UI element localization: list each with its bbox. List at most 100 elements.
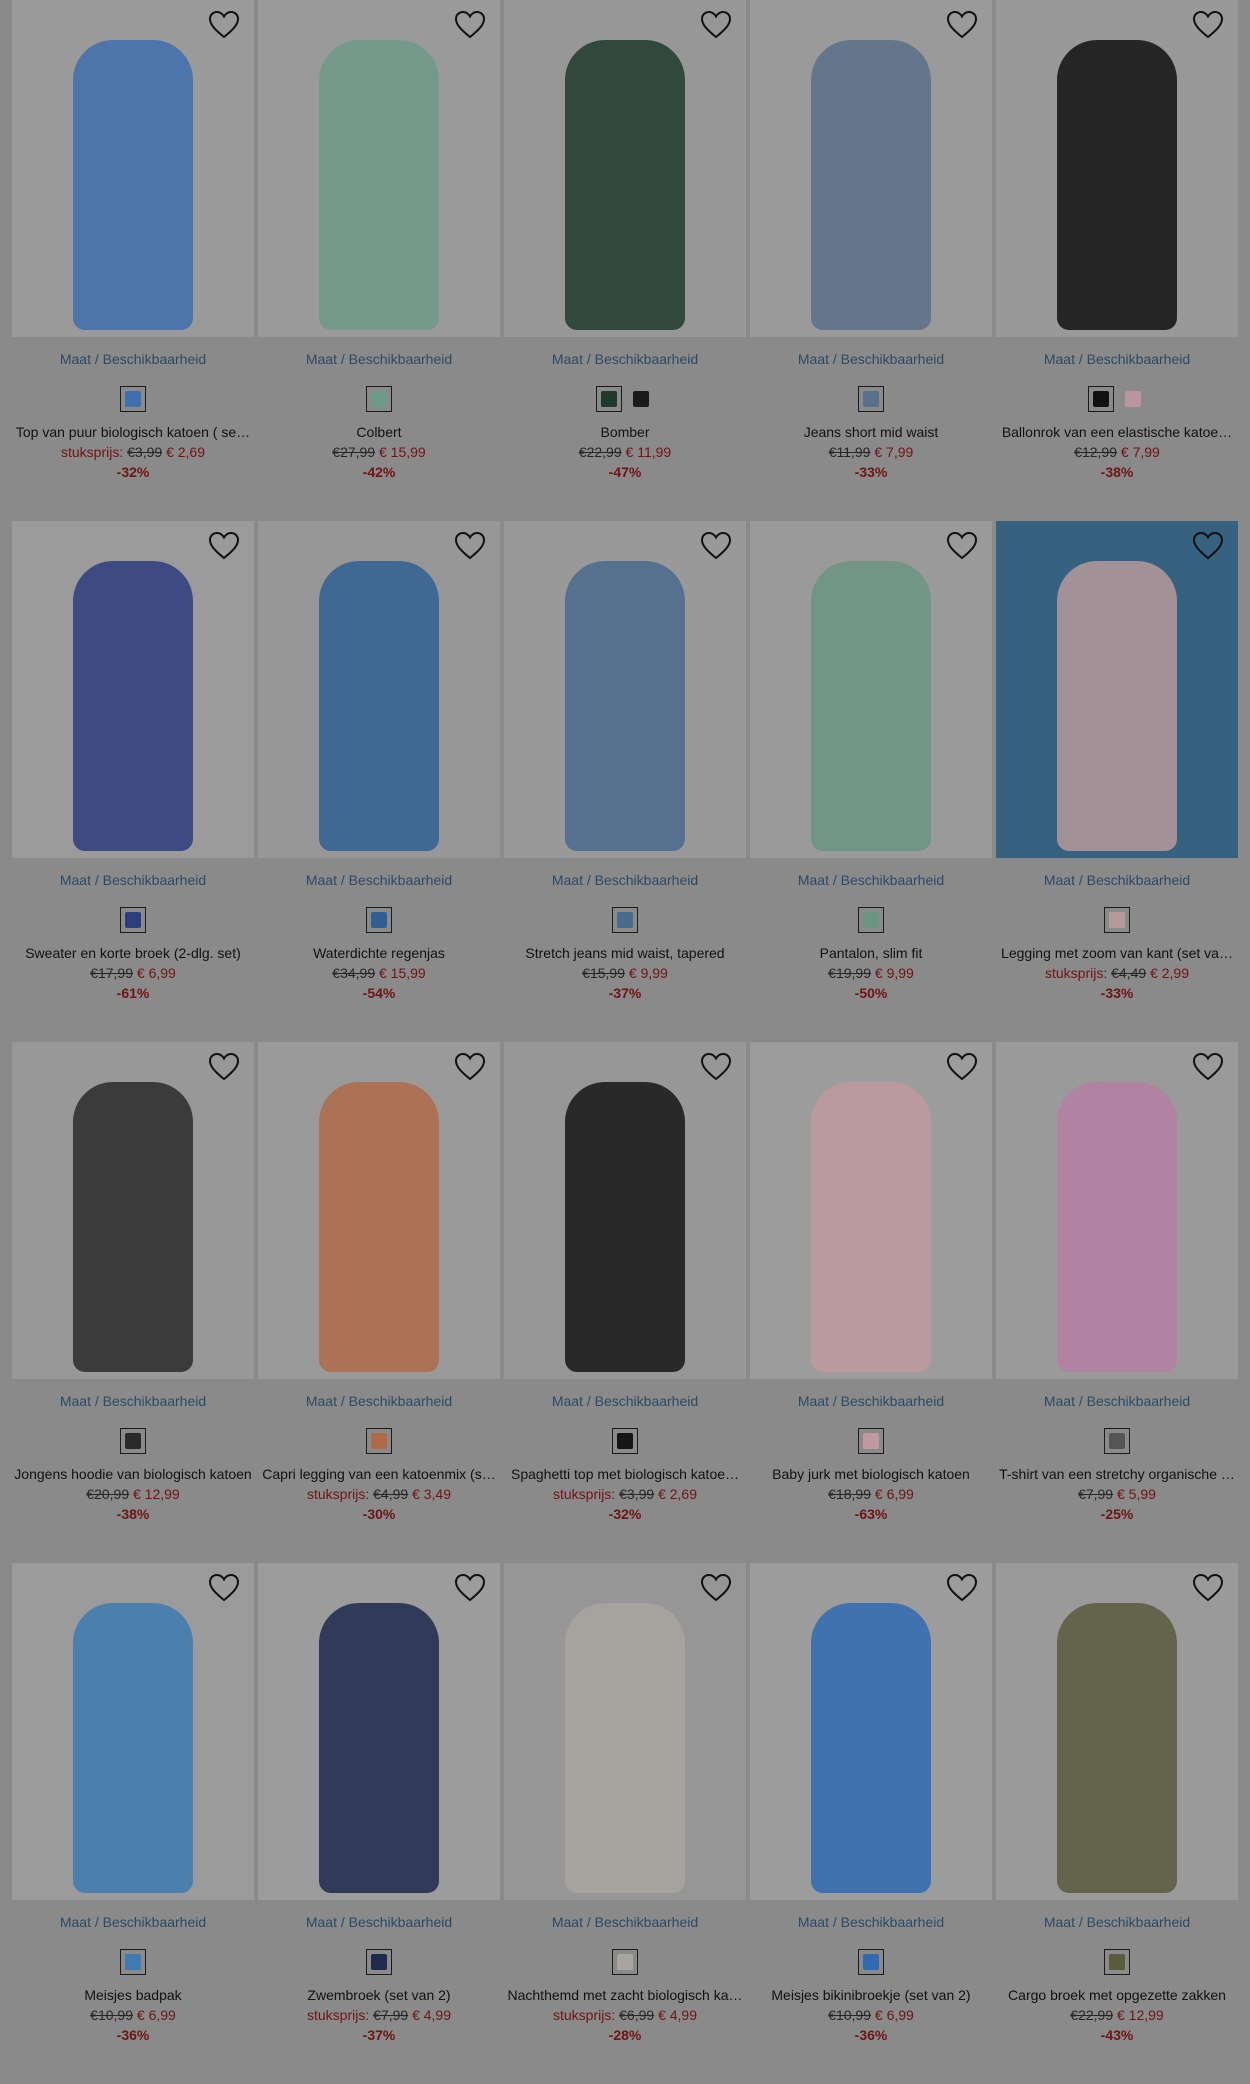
product-card[interactable]: Maat / Beschikbaarheid Spaghetti top met… — [504, 1042, 746, 1563]
size-availability-link[interactable]: Maat / Beschikbaarheid — [258, 870, 500, 890]
product-card[interactable]: Maat / Beschikbaarheid Bomber €22,99 € 1… — [504, 0, 746, 521]
product-image[interactable] — [996, 1042, 1238, 1379]
product-name[interactable]: Baby jurk met biologisch katoen — [750, 1464, 992, 1484]
product-name[interactable]: Colbert — [258, 422, 500, 442]
color-swatch[interactable] — [1120, 386, 1146, 412]
size-availability-link[interactable]: Maat / Beschikbaarheid — [12, 1391, 254, 1411]
size-availability-link[interactable]: Maat / Beschikbaarheid — [996, 1391, 1238, 1411]
wishlist-heart-icon[interactable] — [1192, 1573, 1224, 1603]
product-name[interactable]: Jeans short mid waist — [750, 422, 992, 442]
wishlist-heart-icon[interactable] — [1192, 1052, 1224, 1082]
product-image[interactable] — [504, 521, 746, 858]
wishlist-heart-icon[interactable] — [454, 1573, 486, 1603]
color-swatch[interactable] — [1104, 1949, 1130, 1975]
product-name[interactable]: Meisjes bikinibroekje (set van 2) — [750, 1985, 992, 2005]
product-image[interactable] — [504, 1042, 746, 1379]
product-card[interactable]: Maat / Beschikbaarheid Pantalon, slim fi… — [750, 521, 992, 1042]
color-swatch[interactable] — [612, 907, 638, 933]
product-name[interactable]: Spaghetti top met biologisch katoe… — [504, 1464, 746, 1484]
size-availability-link[interactable]: Maat / Beschikbaarheid — [750, 1391, 992, 1411]
size-availability-link[interactable]: Maat / Beschikbaarheid — [12, 1912, 254, 1932]
size-availability-link[interactable]: Maat / Beschikbaarheid — [504, 1391, 746, 1411]
size-availability-link[interactable]: Maat / Beschikbaarheid — [996, 349, 1238, 369]
product-name[interactable]: Pantalon, slim fit — [750, 943, 992, 963]
size-availability-link[interactable]: Maat / Beschikbaarheid — [258, 1391, 500, 1411]
color-swatch[interactable] — [120, 907, 146, 933]
product-image[interactable] — [258, 1563, 500, 1900]
product-image[interactable] — [258, 0, 500, 337]
product-name[interactable]: Legging met zoom van kant (set va… — [996, 943, 1238, 963]
color-swatch[interactable] — [628, 386, 654, 412]
product-name[interactable]: T-shirt van een stretchy organische … — [996, 1464, 1238, 1484]
product-name[interactable]: Jongens hoodie van biologisch katoen — [12, 1464, 254, 1484]
color-swatch[interactable] — [596, 386, 622, 412]
size-availability-link[interactable]: Maat / Beschikbaarheid — [996, 1912, 1238, 1932]
color-swatch[interactable] — [1088, 386, 1114, 412]
color-swatch[interactable] — [858, 386, 884, 412]
product-name[interactable]: Stretch jeans mid waist, tapered — [504, 943, 746, 963]
product-card[interactable]: Maat / Beschikbaarheid Jeans short mid w… — [750, 0, 992, 521]
product-card[interactable]: Maat / Beschikbaarheid Sweater en korte … — [12, 521, 254, 1042]
size-availability-link[interactable]: Maat / Beschikbaarheid — [12, 349, 254, 369]
product-card[interactable]: Maat / Beschikbaarheid Baby jurk met bio… — [750, 1042, 992, 1563]
size-availability-link[interactable]: Maat / Beschikbaarheid — [750, 870, 992, 890]
product-card[interactable]: Maat / Beschikbaarheid Legging met zoom … — [996, 521, 1238, 1042]
color-swatch[interactable] — [120, 386, 146, 412]
product-name[interactable]: Top van puur biologisch katoen ( se… — [12, 422, 254, 442]
wishlist-heart-icon[interactable] — [208, 531, 240, 561]
wishlist-heart-icon[interactable] — [454, 531, 486, 561]
color-swatch[interactable] — [858, 1949, 884, 1975]
product-image[interactable] — [258, 521, 500, 858]
color-swatch[interactable] — [366, 386, 392, 412]
product-card[interactable]: Maat / Beschikbaarheid Nachthemd met zac… — [504, 1563, 746, 2084]
product-card[interactable]: Maat / Beschikbaarheid Stretch jeans mid… — [504, 521, 746, 1042]
product-card[interactable]: Maat / Beschikbaarheid Capri legging van… — [258, 1042, 500, 1563]
product-name[interactable]: Capri legging van een katoenmix (s… — [258, 1464, 500, 1484]
product-image[interactable] — [504, 0, 746, 337]
size-availability-link[interactable]: Maat / Beschikbaarheid — [258, 349, 500, 369]
product-card[interactable]: Maat / Beschikbaarheid Cargo broek met o… — [996, 1563, 1238, 2084]
wishlist-heart-icon[interactable] — [208, 1052, 240, 1082]
color-swatch[interactable] — [1104, 1428, 1130, 1454]
wishlist-heart-icon[interactable] — [454, 1052, 486, 1082]
wishlist-heart-icon[interactable] — [208, 1573, 240, 1603]
wishlist-heart-icon[interactable] — [1192, 531, 1224, 561]
wishlist-heart-icon[interactable] — [946, 1573, 978, 1603]
wishlist-heart-icon[interactable] — [700, 10, 732, 40]
product-name[interactable]: Bomber — [504, 422, 746, 442]
color-swatch[interactable] — [120, 1428, 146, 1454]
wishlist-heart-icon[interactable] — [700, 1573, 732, 1603]
color-swatch[interactable] — [612, 1949, 638, 1975]
product-name[interactable]: Sweater en korte broek (2-dlg. set) — [12, 943, 254, 963]
product-image[interactable] — [12, 0, 254, 337]
product-name[interactable]: Zwembroek (set van 2) — [258, 1985, 500, 2005]
size-availability-link[interactable]: Maat / Beschikbaarheid — [996, 870, 1238, 890]
color-swatch[interactable] — [366, 1949, 392, 1975]
product-card[interactable]: Maat / Beschikbaarheid Meisjes badpak €1… — [12, 1563, 254, 2084]
product-image[interactable] — [996, 521, 1238, 858]
wishlist-heart-icon[interactable] — [454, 10, 486, 40]
product-image[interactable] — [12, 521, 254, 858]
product-card[interactable]: Maat / Beschikbaarheid Ballonrok van een… — [996, 0, 1238, 521]
product-name[interactable]: Meisjes badpak — [12, 1985, 254, 2005]
wishlist-heart-icon[interactable] — [946, 10, 978, 40]
product-card[interactable]: Maat / Beschikbaarheid Meisjes bikinibro… — [750, 1563, 992, 2084]
wishlist-heart-icon[interactable] — [208, 10, 240, 40]
color-swatch[interactable] — [366, 907, 392, 933]
product-image[interactable] — [750, 1563, 992, 1900]
size-availability-link[interactable]: Maat / Beschikbaarheid — [504, 1912, 746, 1932]
size-availability-link[interactable]: Maat / Beschikbaarheid — [12, 870, 254, 890]
wishlist-heart-icon[interactable] — [700, 531, 732, 561]
wishlist-heart-icon[interactable] — [700, 1052, 732, 1082]
product-card[interactable]: Maat / Beschikbaarheid Top van puur biol… — [12, 0, 254, 521]
product-image[interactable] — [750, 0, 992, 337]
product-image[interactable] — [996, 1563, 1238, 1900]
color-swatch[interactable] — [612, 1428, 638, 1454]
product-image[interactable] — [750, 521, 992, 858]
color-swatch[interactable] — [858, 1428, 884, 1454]
product-card[interactable]: Maat / Beschikbaarheid Waterdichte regen… — [258, 521, 500, 1042]
product-card[interactable]: Maat / Beschikbaarheid Zwembroek (set va… — [258, 1563, 500, 2084]
size-availability-link[interactable]: Maat / Beschikbaarheid — [504, 870, 746, 890]
product-image[interactable] — [258, 1042, 500, 1379]
wishlist-heart-icon[interactable] — [946, 531, 978, 561]
